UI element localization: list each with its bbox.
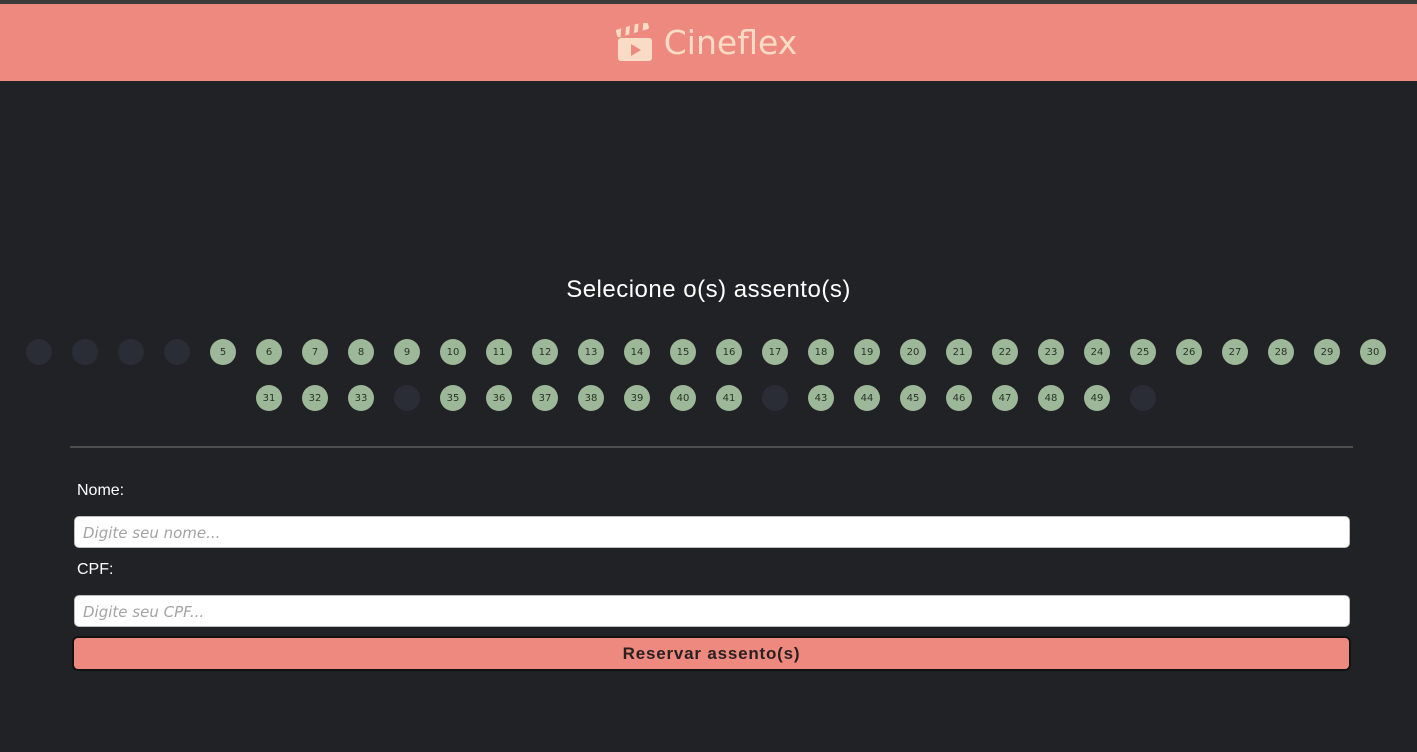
seat-27[interactable]: 27 [1222, 339, 1248, 365]
seat-39[interactable]: 39 [624, 385, 650, 411]
brand-name: Cineflex [663, 23, 798, 62]
seat-2[interactable] [72, 339, 98, 365]
seat-15[interactable]: 15 [670, 339, 696, 365]
seat-24[interactable]: 24 [1084, 339, 1110, 365]
seat-35[interactable]: 35 [440, 385, 466, 411]
seat-14[interactable]: 14 [624, 339, 650, 365]
seat-11[interactable]: 11 [486, 339, 512, 365]
seat-9[interactable]: 9 [394, 339, 420, 365]
seat-8[interactable]: 8 [348, 339, 374, 365]
seat-33[interactable]: 33 [348, 385, 374, 411]
seat-25[interactable]: 25 [1130, 339, 1156, 365]
seat-43[interactable]: 43 [808, 385, 834, 411]
cpf-label: CPF: [77, 561, 114, 578]
page-title: Selecione o(s) assento(s) [566, 276, 851, 303]
cpf-input[interactable] [74, 595, 1350, 627]
seat-36[interactable]: 36 [486, 385, 512, 411]
seat-13[interactable]: 13 [578, 339, 604, 365]
seat-4[interactable] [164, 339, 190, 365]
section-divider [70, 446, 1353, 448]
seat-30[interactable]: 30 [1360, 339, 1386, 365]
seat-34[interactable] [394, 385, 420, 411]
seat-23[interactable]: 23 [1038, 339, 1064, 365]
seat-12[interactable]: 12 [532, 339, 558, 365]
seat-21[interactable]: 21 [946, 339, 972, 365]
seat-10[interactable]: 10 [440, 339, 466, 365]
seat-40[interactable]: 40 [670, 385, 696, 411]
seat-1[interactable] [26, 339, 52, 365]
seat-26[interactable]: 26 [1176, 339, 1202, 365]
seat-16[interactable]: 16 [716, 339, 742, 365]
seat-5[interactable]: 5 [210, 339, 236, 365]
seat-18[interactable]: 18 [808, 339, 834, 365]
seat-19[interactable]: 19 [854, 339, 880, 365]
reserve-seats-button[interactable]: Reservar assento(s) [72, 636, 1351, 671]
seat-22[interactable]: 22 [992, 339, 1018, 365]
name-label: Nome: [77, 482, 125, 499]
seat-49[interactable]: 49 [1084, 385, 1110, 411]
seat-28[interactable]: 28 [1268, 339, 1294, 365]
seat-38[interactable]: 38 [578, 385, 604, 411]
clapperboard-icon [615, 22, 652, 61]
seat-45[interactable]: 45 [900, 385, 926, 411]
seat-31[interactable]: 31 [256, 385, 282, 411]
seat-48[interactable]: 48 [1038, 385, 1064, 411]
seat-47[interactable]: 47 [992, 385, 1018, 411]
seat-42[interactable] [762, 385, 788, 411]
name-input[interactable] [74, 516, 1350, 548]
seat-29[interactable]: 29 [1314, 339, 1340, 365]
seat-46[interactable]: 46 [946, 385, 972, 411]
seat-7[interactable]: 7 [302, 339, 328, 365]
seat-50[interactable] [1130, 385, 1156, 411]
seat-37[interactable]: 37 [532, 385, 558, 411]
seat-17[interactable]: 17 [762, 339, 788, 365]
seat-3[interactable] [118, 339, 144, 365]
app-header: Cineflex [0, 4, 1417, 81]
seat-44[interactable]: 44 [854, 385, 880, 411]
seat-20[interactable]: 20 [900, 339, 926, 365]
seat-41[interactable]: 41 [716, 385, 742, 411]
seat-6[interactable]: 6 [256, 339, 282, 365]
brand[interactable]: Cineflex [615, 22, 798, 63]
seat-32[interactable]: 32 [302, 385, 328, 411]
